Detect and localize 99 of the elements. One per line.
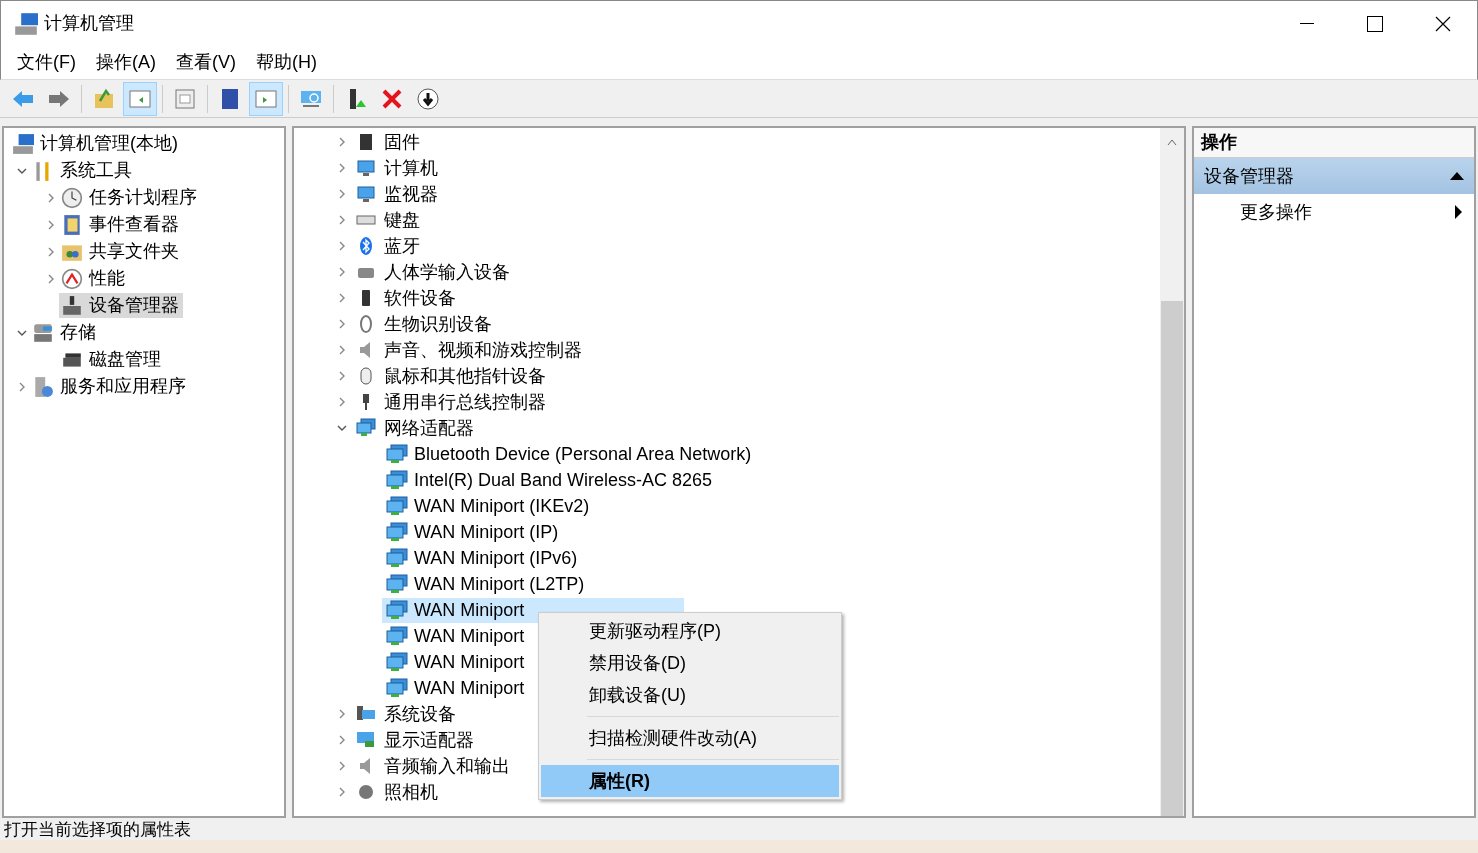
device-category[interactable]: 声音、视频和游戏控制器 (350, 336, 582, 364)
network-adapter-icon (386, 470, 408, 490)
device-category[interactable]: 网络适配器 (350, 414, 474, 442)
network-adapter-icon (386, 626, 408, 646)
device-category[interactable]: 通用串行总线控制器 (350, 388, 546, 416)
context-menu-item[interactable]: 扫描检测硬件改动(A) (541, 722, 839, 754)
device-manager-icon (61, 294, 83, 317)
chevron-right-icon[interactable] (46, 273, 56, 284)
device-item[interactable]: WAN Miniport (L2TP) (382, 571, 589, 597)
close-icon (1435, 15, 1451, 32)
network-adapter-icon (386, 444, 408, 464)
device-item[interactable]: WAN Miniport (IPv6) (382, 545, 582, 571)
clock-icon (61, 186, 83, 209)
chevron-right-icon[interactable] (337, 319, 347, 329)
device-category[interactable]: 生物识别设备 (350, 310, 492, 338)
tree-item[interactable]: 设备管理器 (59, 293, 183, 318)
chevron-right-icon[interactable] (337, 709, 347, 719)
collapse-triangle-icon[interactable] (1450, 172, 1464, 180)
device-category[interactable]: 键盘 (350, 206, 420, 234)
chevron-right-icon[interactable] (337, 241, 347, 251)
chevron-right-icon[interactable] (337, 267, 347, 277)
submenu-arrow-icon (1455, 205, 1462, 219)
storage-icon (32, 321, 54, 344)
menu-item[interactable]: 帮助(H) (246, 47, 327, 78)
menu-item[interactable]: 文件(F) (7, 47, 86, 78)
tree-item[interactable]: 事件查看器 (59, 212, 183, 237)
menu-item[interactable]: 查看(V) (166, 47, 246, 78)
computer-management-icon (14, 11, 38, 36)
computer-icon (356, 158, 376, 178)
chevron-right-icon[interactable] (337, 735, 347, 745)
context-menu-item[interactable]: 属性(R) (541, 765, 839, 797)
tree-item[interactable]: 存储 (30, 320, 100, 345)
device-item[interactable]: WAN Miniport (382, 649, 529, 675)
download-icon (416, 86, 440, 111)
window-title: 计算机管理 (44, 12, 134, 35)
device-category[interactable]: 计算机 (350, 154, 438, 182)
chevron-right-icon[interactable] (46, 246, 56, 257)
network-icon (356, 418, 376, 438)
event-log-icon (61, 213, 83, 236)
maximize-icon (1367, 15, 1383, 32)
chevron-down-icon[interactable] (337, 423, 347, 433)
device-category[interactable]: 鼠标和其他指针设备 (350, 362, 546, 390)
chevron-right-icon[interactable] (337, 163, 347, 173)
chevron-right-icon[interactable] (46, 192, 56, 203)
device-item[interactable]: Intel(R) Dual Band Wireless-AC 8265 (382, 467, 717, 493)
scroll-up-icon[interactable] (1167, 138, 1177, 146)
chevron-right-icon[interactable] (337, 761, 347, 771)
context-menu-item[interactable]: 卸载设备(U) (541, 679, 839, 711)
device-category[interactable]: 照相机 (350, 778, 438, 806)
network-adapter-icon (386, 574, 408, 594)
scrollbar[interactable] (1160, 128, 1184, 816)
chevron-right-icon[interactable] (17, 381, 27, 392)
device-category[interactable]: 蓝牙 (350, 232, 420, 260)
device-item[interactable]: WAN Miniport (IP) (382, 519, 563, 545)
chevron-right-icon[interactable] (337, 787, 347, 797)
network-adapter-icon (386, 600, 408, 620)
chevron-right-icon[interactable] (337, 189, 347, 199)
section-header[interactable]: 设备管理器 (1194, 158, 1474, 194)
tree-item[interactable]: 计算机管理(本地) (10, 131, 182, 156)
tree-item[interactable]: 共享文件夹 (59, 239, 183, 264)
device-category[interactable]: 软件设备 (350, 284, 456, 312)
menu-item[interactable]: 操作(A) (86, 47, 166, 78)
device-category[interactable]: 显示适配器 (350, 726, 474, 754)
device-category[interactable]: 人体学输入设备 (350, 258, 510, 286)
tree-item[interactable]: 性能 (59, 266, 129, 291)
chevron-right-icon[interactable] (337, 371, 347, 381)
chevron-right-icon[interactable] (337, 137, 347, 147)
network-adapter-icon (386, 522, 408, 542)
chevron-right-icon[interactable] (337, 397, 347, 407)
tree-item[interactable]: 服务和应用程序 (30, 374, 190, 399)
device-category[interactable]: 监视器 (350, 180, 438, 208)
computer-icon (12, 132, 34, 155)
device-category[interactable]: 固件 (350, 128, 420, 156)
network-adapter-icon (386, 678, 408, 698)
network-adapter-icon (386, 652, 408, 672)
chevron-right-icon[interactable] (46, 219, 56, 230)
action-item[interactable]: 更多操作 (1194, 194, 1474, 230)
minimize-icon (1300, 22, 1314, 25)
device-item[interactable]: WAN Miniport (382, 675, 529, 701)
device-item[interactable]: WAN Miniport (382, 623, 529, 649)
device-item[interactable]: WAN Miniport (IKEv2) (382, 493, 594, 519)
device-category[interactable]: 系统设备 (350, 700, 456, 728)
tree-item[interactable]: 系统工具 (30, 158, 136, 183)
network-adapter-icon (386, 496, 408, 516)
folder-up-icon (92, 86, 116, 111)
chevron-right-icon[interactable] (337, 345, 347, 355)
pane-header: 操作 (1194, 128, 1474, 158)
monitor-icon (356, 184, 376, 204)
device-item[interactable]: Bluetooth Device (Personal Area Network) (382, 441, 756, 467)
display-adapter-icon (356, 730, 376, 750)
tree-item[interactable]: 磁盘管理 (59, 347, 165, 372)
device-category[interactable]: 音频输入和输出 (350, 752, 510, 780)
tree-item[interactable]: 任务计划程序 (59, 185, 201, 210)
chevron-right-icon[interactable] (337, 215, 347, 225)
chevron-right-icon[interactable] (337, 293, 347, 303)
network-adapter-icon (386, 548, 408, 568)
status-text: 打开当前选择项的属性表 (4, 820, 191, 840)
gauge-icon (61, 267, 83, 290)
context-menu-item[interactable]: 禁用设备(D) (541, 647, 839, 679)
